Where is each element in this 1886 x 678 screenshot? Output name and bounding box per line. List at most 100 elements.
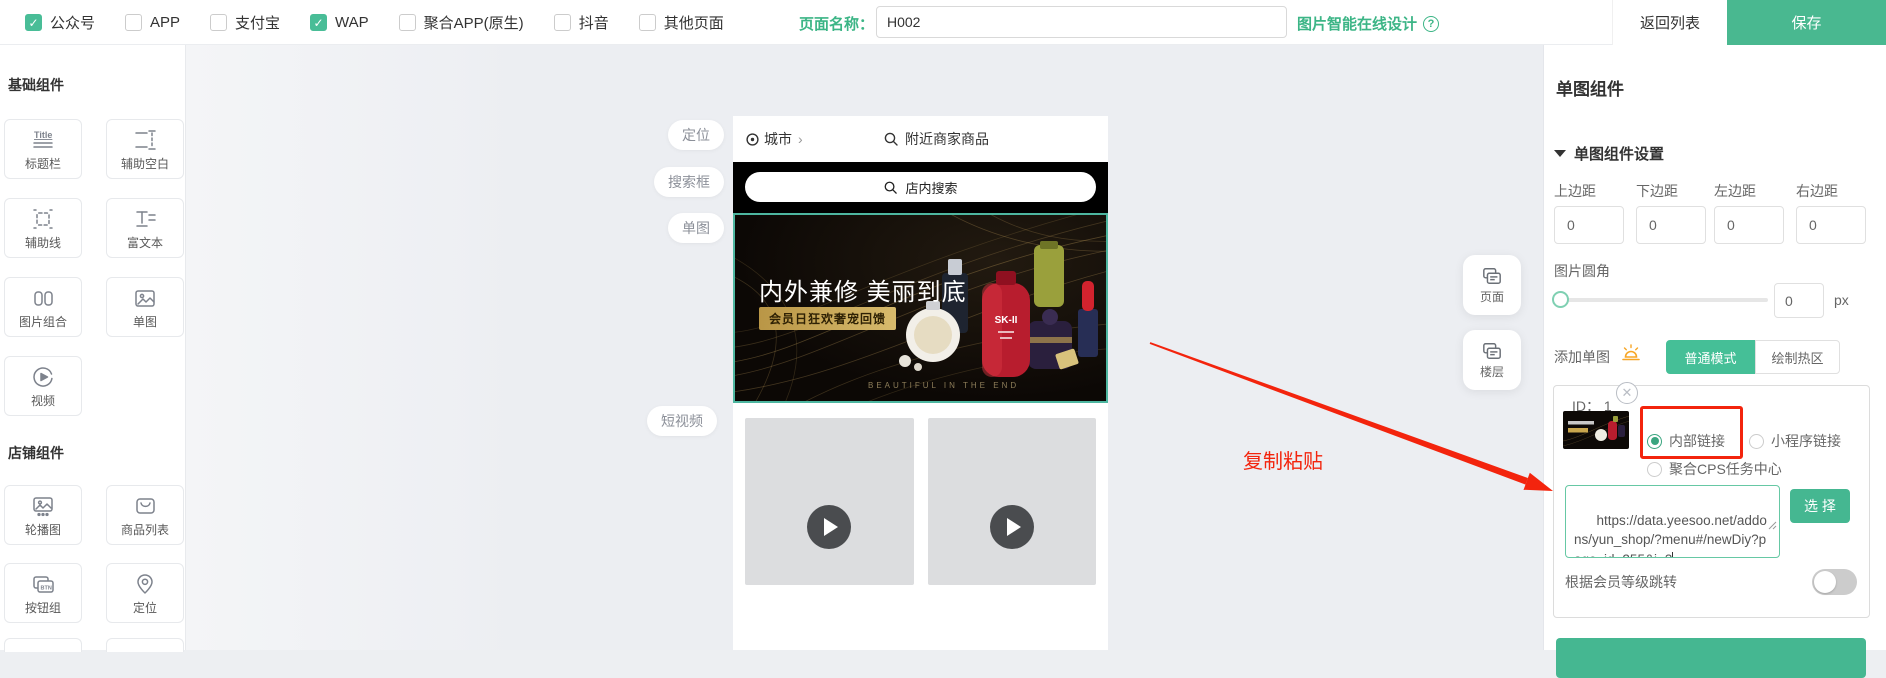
link-option-cps[interactable]: 聚合CPS任务中心: [1647, 459, 1782, 479]
component-carousel[interactable]: 轮播图: [4, 485, 82, 545]
radius-unit-label: px: [1834, 292, 1849, 308]
checkbox-unchecked-icon[interactable]: [125, 14, 142, 31]
top-toolbar: ✓ 公众号 APP 支付宝 ✓ WAP 聚合APP(原生) 抖音 其他页面 页面…: [0, 0, 1886, 45]
search-icon: [883, 131, 899, 147]
margin-top-input[interactable]: [1554, 206, 1624, 244]
banner-product-brand: SK-II: [995, 315, 1018, 326]
radius-slider-track[interactable]: [1554, 298, 1768, 302]
panel-bottom-button[interactable]: [1556, 638, 1866, 678]
platform-label: 支付宝: [235, 12, 280, 33]
phone-header: 城市 › 附近商家商品: [733, 116, 1108, 162]
page-name-input[interactable]: [876, 6, 1287, 38]
component-guide-line[interactable]: 辅助线: [4, 198, 82, 258]
banner-products: [899, 241, 1098, 377]
video-placeholder[interactable]: [745, 418, 914, 585]
canvas-label-searchbox: 搜索框: [654, 167, 724, 197]
platform-option-wap[interactable]: ✓ WAP: [310, 14, 369, 31]
help-icon[interactable]: ?: [1423, 16, 1439, 32]
margin-left-input[interactable]: [1714, 206, 1784, 244]
checkbox-unchecked-icon[interactable]: [554, 14, 571, 31]
component-rich-text[interactable]: 富文本: [106, 198, 184, 258]
settings-section-header[interactable]: 单图组件设置: [1554, 143, 1664, 164]
nearby-search-label: 附近商家商品: [905, 129, 989, 149]
margin-bottom-input[interactable]: [1636, 206, 1706, 244]
link-option-internal[interactable]: 内部链接: [1647, 431, 1725, 451]
video-placeholder[interactable]: [928, 418, 1097, 585]
component-button-group[interactable]: BTN 按钮组: [4, 563, 82, 623]
checkbox-unchecked-icon[interactable]: [210, 14, 227, 31]
video-icon: [31, 364, 55, 390]
location-icon: [133, 571, 157, 597]
section-title-basic: 基础组件: [8, 75, 64, 95]
link-url-textarea[interactable]: https://data.yeesoo.net/addons/yun_shop/…: [1565, 485, 1780, 558]
short-video-section: [733, 418, 1108, 585]
checkbox-unchecked-icon[interactable]: [639, 14, 656, 31]
location-widget[interactable]: 城市 ›: [745, 129, 803, 149]
store-search-placeholder: 店内搜索: [905, 178, 957, 197]
resize-handle-icon[interactable]: [1738, 496, 1777, 555]
platform-option-zhifubao[interactable]: 支付宝: [210, 12, 280, 33]
link-option-miniprogram[interactable]: 小程序链接: [1749, 431, 1841, 451]
location-city-label: 城市: [764, 129, 792, 149]
platform-option-other-page[interactable]: 其他页面: [639, 12, 724, 33]
platform-label: 其他页面: [664, 12, 724, 33]
choose-link-button[interactable]: 选 择: [1790, 489, 1850, 523]
component-location[interactable]: 定位: [106, 563, 184, 623]
floor-settings-button[interactable]: 楼层: [1463, 330, 1521, 390]
platform-checkbox-group: ✓ 公众号 APP 支付宝 ✓ WAP 聚合APP(原生) 抖音 其他页面: [25, 0, 724, 45]
image-radius-label: 图片圆角: [1554, 261, 1610, 281]
hotzone-mode-button[interactable]: 绘制热区: [1755, 340, 1840, 374]
play-icon[interactable]: [990, 505, 1034, 549]
search-bar-section: 店内搜索: [733, 162, 1108, 213]
member-level-jump-label: 根据会员等级跳转: [1565, 572, 1677, 592]
add-single-image-label: 添加单图: [1554, 347, 1610, 367]
component-image-group[interactable]: 图片组合: [4, 277, 82, 337]
component-product-list[interactable]: 商品列表: [106, 485, 184, 545]
banner-badge: 会员日狂欢奢宠回馈: [759, 307, 896, 330]
platform-option-app[interactable]: APP: [125, 14, 180, 31]
save-button[interactable]: 保存: [1727, 0, 1886, 45]
component-video[interactable]: 视频: [4, 356, 82, 416]
platform-label: WAP: [335, 14, 369, 31]
nearby-search-widget[interactable]: 附近商家商品: [883, 129, 989, 149]
checkbox-checked-icon[interactable]: ✓: [310, 14, 327, 31]
component-blank-helper[interactable]: 辅助空白: [106, 119, 184, 179]
radius-value-input[interactable]: [1774, 283, 1824, 318]
guide-line-icon: [31, 206, 55, 232]
panel-title: 单图组件: [1556, 75, 1624, 100]
canvas-label-single-image: 单图: [668, 213, 724, 243]
platform-option-juhe-app[interactable]: 聚合APP(原生): [399, 12, 524, 33]
radius-slider-handle[interactable]: [1552, 291, 1569, 308]
single-image-banner-selected[interactable]: SK-II 内外兼修 美丽到底 会员日狂欢奢宠回馈 BEAUTIFUL IN T…: [733, 213, 1108, 403]
checkbox-unchecked-icon[interactable]: [399, 14, 416, 31]
margin-right-label: 右边距: [1796, 181, 1838, 201]
radio-unselected-icon[interactable]: [1749, 434, 1764, 449]
radio-unselected-icon[interactable]: [1647, 462, 1662, 477]
radio-selected-icon[interactable]: [1647, 434, 1662, 449]
banner-title: 内外兼修 美丽到底: [759, 272, 967, 307]
back-to-list-button[interactable]: 返回列表: [1612, 0, 1727, 45]
carousel-icon: [31, 493, 55, 519]
single-image-icon: [133, 285, 157, 311]
checkbox-checked-icon[interactable]: ✓: [25, 14, 42, 31]
store-search-input[interactable]: 店内搜索: [745, 172, 1096, 202]
play-icon[interactable]: [807, 505, 851, 549]
member-level-toggle-off[interactable]: [1812, 569, 1857, 595]
close-icon[interactable]: ✕: [1616, 382, 1638, 404]
component-sidebar: 基础组件 Title 标题栏 辅助空白 辅助线 富文本 图片组合 单图: [0, 45, 186, 650]
platform-option-douyin[interactable]: 抖音: [554, 12, 609, 33]
page-settings-button[interactable]: 页面: [1463, 255, 1521, 315]
component-title-bar[interactable]: Title 标题栏: [4, 119, 82, 179]
normal-mode-button[interactable]: 普通模式: [1666, 340, 1755, 374]
page-icon: [1481, 266, 1503, 286]
single-image-thumbnail[interactable]: [1563, 411, 1629, 449]
margin-right-input[interactable]: [1796, 206, 1866, 244]
svg-text:Title: Title: [34, 130, 52, 140]
component-single-image[interactable]: 单图: [106, 277, 184, 337]
product-list-icon: [133, 493, 157, 519]
siren-icon: [1620, 342, 1642, 369]
smart-design-link[interactable]: 图片智能在线设计 ?: [1297, 13, 1439, 34]
platform-option-gongzhonghao[interactable]: ✓ 公众号: [25, 12, 95, 33]
platform-label: 聚合APP(原生): [424, 12, 524, 33]
search-icon: [883, 180, 898, 195]
